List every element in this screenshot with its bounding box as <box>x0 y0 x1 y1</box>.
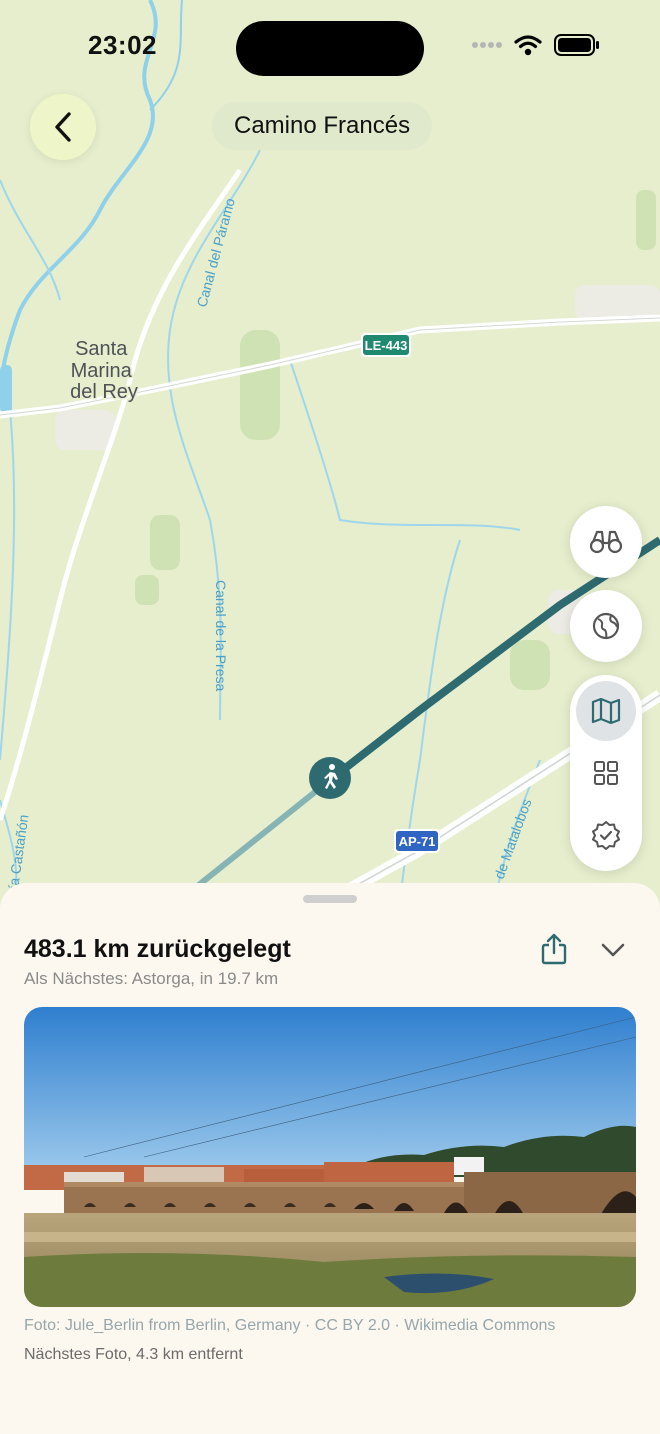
grid-view-button[interactable] <box>576 743 636 803</box>
signal-icon <box>472 42 502 48</box>
road-badge-ap-71: AP-71 <box>394 829 440 853</box>
sheet-grabber[interactable] <box>303 895 357 903</box>
back-button[interactable] <box>30 94 96 160</box>
dynamic-island <box>236 21 424 76</box>
binoculars-icon <box>589 530 623 554</box>
distance-title: 483.1 km zurückgelegt <box>24 935 291 963</box>
grid-icon <box>594 761 618 785</box>
lake <box>0 365 12 413</box>
status-bar: 23:02 <box>0 0 660 96</box>
walker-position-marker <box>309 757 351 799</box>
progress-sheet: 483.1 km zurückgelegt Als Nächstes: Asto… <box>0 883 660 1434</box>
field-patch <box>510 640 550 690</box>
status-time: 23:02 <box>88 30 157 60</box>
battery-icon <box>554 34 599 56</box>
collapse-sheet-button[interactable] <box>596 933 630 967</box>
achievements-view-button[interactable] <box>576 805 636 865</box>
share-button[interactable] <box>536 931 572 967</box>
map-view-button[interactable] <box>576 681 636 741</box>
field-patch <box>240 330 280 440</box>
globe-button[interactable] <box>570 590 642 662</box>
canal-label: Canal de la Presa <box>213 580 229 692</box>
road-badge-label: AP-71 <box>399 834 436 849</box>
binoculars-button[interactable] <box>570 506 642 578</box>
photo-credit[interactable]: Foto: Jule_Berlin from Berlin, Germany ·… <box>24 1317 555 1335</box>
field-patch <box>150 515 180 570</box>
place-label-line: Santa <box>75 338 128 360</box>
road-badge-label: LE-443 <box>365 338 408 353</box>
route-title[interactable]: Camino Francés <box>212 102 433 150</box>
map-icon <box>591 697 621 725</box>
globe-icon <box>592 612 620 640</box>
field-patch <box>636 190 656 250</box>
chevron-down-icon <box>601 943 625 957</box>
next-photo-text: Nächstes Foto, 4.3 km entfernt <box>24 1346 243 1363</box>
chevron-left-icon <box>55 112 71 142</box>
road-badge-le-443: LE-443 <box>361 333 411 357</box>
town-area <box>575 285 660 320</box>
town-area <box>55 410 115 450</box>
next-stop-text: Als Nächstes: Astorga, in 19.7 km <box>24 969 279 988</box>
view-mode-switcher <box>570 675 642 871</box>
route-photo[interactable] <box>24 1007 636 1307</box>
badge-check-icon <box>592 821 620 850</box>
share-icon <box>541 933 567 965</box>
field-patch <box>135 575 159 605</box>
place-label-line: Marina <box>71 360 133 382</box>
place-label-santa-marina: Santa Marina del Rey <box>70 338 138 403</box>
wifi-icon <box>514 35 542 56</box>
status-icons <box>472 34 600 56</box>
place-label-line: del Rey <box>70 381 138 403</box>
